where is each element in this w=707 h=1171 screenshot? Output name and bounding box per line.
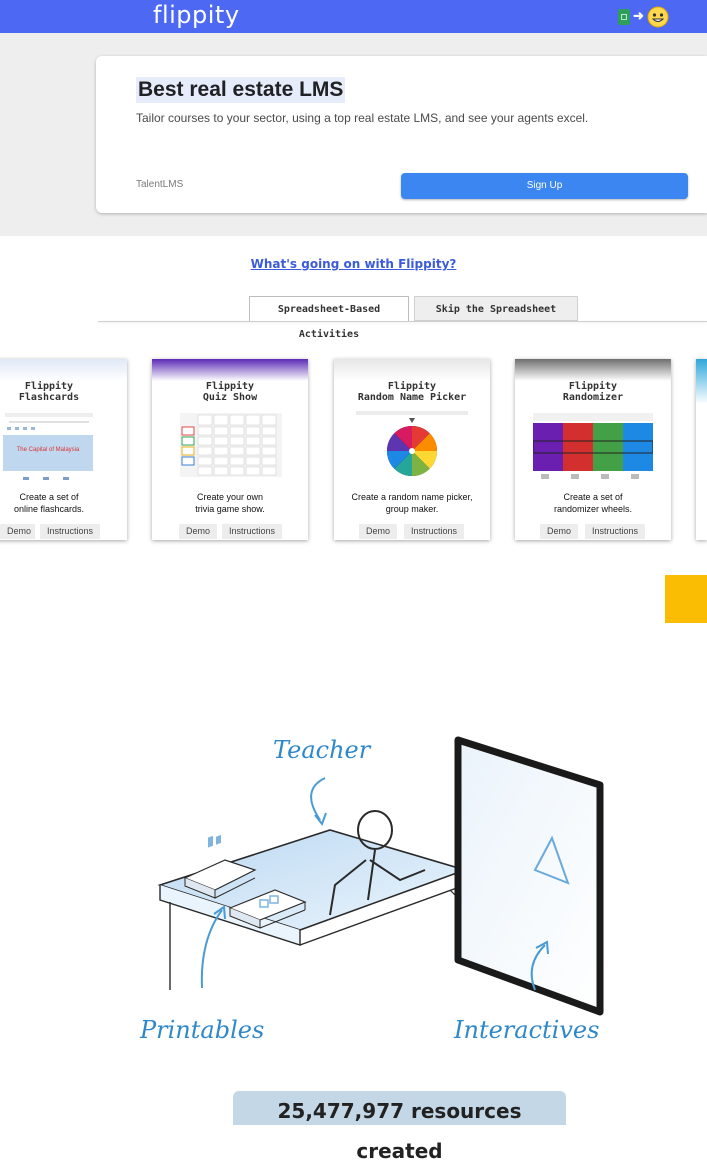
instructions-button[interactable]: Instructions — [222, 524, 282, 539]
card-title: Flippity Randomizer — [562, 381, 624, 403]
card-title: Flippity Quiz Show — [202, 381, 258, 403]
ad-sign-up-button[interactable]: Sign Up — [401, 173, 688, 199]
activity-card-randomizer[interactable]: Flippity Randomizer Create a set of random… — [515, 359, 671, 540]
card-title: Flippity Flashcards — [18, 381, 80, 403]
decorative-orange-square — [665, 575, 707, 623]
activity-card-random-name-picker[interactable]: Flippity Random Name Picker Create a rand… — [334, 359, 490, 540]
card-description: Create your own trivia game show. — [195, 492, 265, 514]
card-header-band — [515, 359, 671, 381]
label-interactives: Interactives — [453, 1016, 599, 1044]
card-header-band — [334, 359, 490, 381]
name-picker-wheel-preview — [356, 411, 468, 477]
flashcards-preview: The Capital of Malaysia — [3, 413, 93, 480]
resources-created-counter: 25,477,977 resources created — [233, 1091, 566, 1163]
arrow-right-icon: ➜ — [633, 8, 644, 23]
demo-button[interactable]: Demo — [359, 524, 397, 539]
tab-spreadsheet-based-activities[interactable]: Spreadsheet-Based Activities — [249, 296, 409, 340]
instructions-button[interactable]: Instructions — [585, 524, 645, 539]
flippity-logo[interactable]: flippity — [153, 1, 240, 29]
demo-button[interactable]: Demo — [0, 524, 35, 539]
quiz-show-preview — [180, 413, 282, 477]
card-description: Create a set of online flashcards. — [13, 492, 85, 514]
tab-skip-the-spreadsheet[interactable]: Skip the Spreadsheet — [414, 296, 578, 321]
demo-button[interactable]: Demo — [179, 524, 217, 539]
activity-card-partial[interactable] — [696, 359, 707, 540]
card-header-band — [0, 359, 127, 381]
preview-card-text: The Capital of Malaysia — [17, 447, 80, 453]
randomizer-wheels-preview — [533, 413, 653, 479]
smiley-icon — [647, 6, 669, 28]
activity-card-quiz-show[interactable]: Flippity Quiz Show Create your own trivia … — [152, 359, 308, 540]
teacher-illustration: Teacher Printables Interactives — [139, 736, 604, 1044]
instructions-button[interactable]: Instructions — [404, 524, 464, 539]
card-description: Create a random name picker, group maker. — [351, 492, 473, 514]
ad-title[interactable]: Best real estate LMS — [136, 77, 346, 103]
ad-description: Tailor courses to your sector, using a t… — [136, 111, 589, 125]
tab-divider — [98, 321, 707, 322]
card-description: Create a set of randomizer wheels. — [553, 492, 633, 514]
label-teacher: Teacher — [273, 736, 372, 764]
spreadsheet-icon — [618, 9, 630, 25]
ad-advertiser[interactable]: TalentLMS — [136, 179, 183, 190]
top-header-bar — [0, 0, 707, 33]
demo-button[interactable]: Demo — [540, 524, 578, 539]
card-title: Flippity Random Name Picker — [357, 381, 467, 403]
whats-going-on-link[interactable]: What's going on with Flippity? — [0, 257, 707, 271]
instructions-button[interactable]: Instructions — [40, 524, 100, 539]
card-header-band — [152, 359, 308, 381]
label-printables: Printables — [139, 1016, 264, 1044]
activity-card-flashcards[interactable]: Flippity Flashcards The Capital of Malays… — [0, 359, 127, 540]
